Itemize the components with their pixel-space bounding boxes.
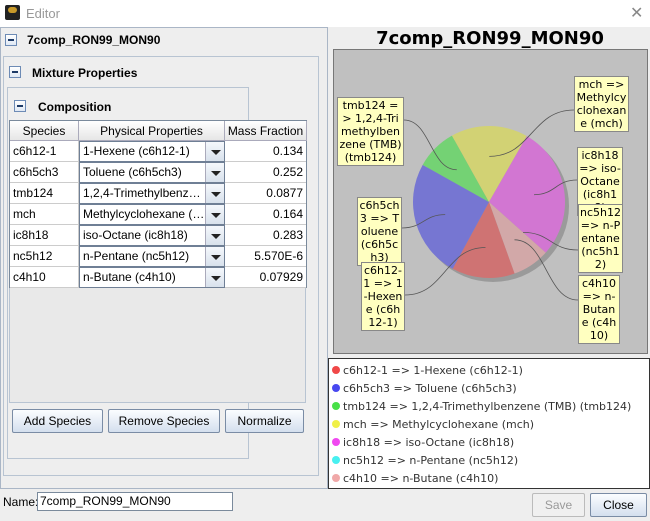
name-input[interactable]: 7comp_RON99_MON90 (37, 492, 233, 511)
slice-label-nc5h12: nc5h12 => n-Pentane (nc5h12) (578, 204, 623, 273)
chevron-down-icon[interactable] (205, 163, 224, 182)
dropdown-value: 1,2,4-Trimethylbenzene (TMB) (tmb124) (83, 186, 205, 200)
chevron-down-icon[interactable] (205, 142, 224, 161)
legend-dot-icon (332, 366, 340, 374)
window-title: Editor (26, 6, 60, 21)
mixture-properties-label: Mixture Properties (32, 66, 138, 80)
chevron-down-icon[interactable] (205, 184, 224, 203)
chart-title: 7comp_RON99_MON90 (376, 28, 604, 49)
mass-fraction-cell[interactable]: 0.134 (225, 141, 306, 162)
table-row: nc5h12 n-Pentane (nc5h12) 5.570E-6 (10, 246, 306, 267)
close-icon[interactable]: ✕ (630, 3, 643, 23)
species-cell[interactable]: mch (10, 204, 79, 225)
dropdown-value: iso-Octane (ic8h18) (83, 228, 188, 242)
dropdown-value: n-Butane (c4h10) (83, 270, 176, 284)
physical-property-dropdown[interactable]: n-Pentane (nc5h12) (79, 246, 225, 267)
slice-label-c6h12-1: c6h12-1 => 1-Hexene (c6h12-1) (361, 262, 405, 331)
table-row: c6h5ch3 Toluene (c6h5ch3) 0.252 (10, 162, 306, 183)
physical-property-dropdown[interactable]: Toluene (c6h5ch3) (79, 162, 225, 183)
legend-dot-icon (332, 438, 340, 446)
physical-property-dropdown[interactable]: 1,2,4-Trimethylbenzene (TMB) (tmb124) (79, 183, 225, 204)
add-species-button[interactable]: Add Species (12, 409, 103, 433)
dropdown-value: Toluene (c6h5ch3) (83, 165, 182, 179)
collapse-root-toggle[interactable] (5, 34, 17, 46)
physical-property-dropdown[interactable]: 1-Hexene (c6h12-1) (79, 141, 225, 162)
mass-fraction-cell[interactable]: 0.07929 (225, 267, 306, 288)
legend-dot-icon (332, 456, 340, 464)
legend-label: c6h5ch3 => Toluene (c6h5ch3) (343, 382, 517, 395)
column-header-species[interactable]: Species (10, 121, 79, 141)
legend-label: ic8h18 => iso-Octane (ic8h18) (343, 436, 515, 449)
physical-property-dropdown[interactable]: Methylcyclohexane (mch) (79, 204, 225, 225)
species-cell[interactable]: c4h10 (10, 267, 79, 288)
app-icon (5, 5, 20, 20)
collapse-mixture-toggle[interactable] (9, 66, 21, 78)
mass-fraction-cell[interactable]: 0.252 (225, 162, 306, 183)
name-label: Name: (3, 495, 39, 509)
dropdown-value: n-Pentane (nc5h12) (83, 249, 190, 263)
legend-label: c6h12-1 => 1-Hexene (c6h12-1) (343, 364, 523, 377)
composition-label: Composition (38, 100, 112, 114)
legend-item: mch => Methylcyclohexane (mch) (332, 416, 534, 434)
composition-table: Species Physical Properties Mass Fractio… (9, 120, 307, 288)
column-header-mass-fraction[interactable]: Mass Fraction (225, 121, 307, 141)
physical-property-dropdown[interactable]: n-Butane (c4h10) (79, 267, 225, 288)
legend-dot-icon (332, 420, 340, 428)
species-cell[interactable]: c6h5ch3 (10, 162, 79, 183)
table-row: ic8h18 iso-Octane (ic8h18) 0.283 (10, 225, 306, 246)
root-node-label: 7comp_RON99_MON90 (27, 33, 161, 47)
legend-item: c6h5ch3 => Toluene (c6h5ch3) (332, 380, 517, 398)
chevron-down-icon[interactable] (205, 205, 224, 224)
chevron-down-icon[interactable] (205, 247, 224, 266)
chevron-down-icon[interactable] (205, 226, 224, 245)
species-cell[interactable]: tmb124 (10, 183, 79, 204)
dropdown-value: Methylcyclohexane (mch) (83, 207, 205, 221)
mass-fraction-cell[interactable]: 5.570E-6 (225, 246, 306, 267)
close-button[interactable]: Close (590, 493, 647, 517)
table-row: tmb124 1,2,4-Trimethylbenzene (TMB) (tmb… (10, 183, 306, 204)
collapse-composition-toggle[interactable] (14, 100, 26, 112)
legend-label: c4h10 => n-Butane (c4h10) (343, 472, 499, 485)
legend-label: tmb124 => 1,2,4-Trimethylbenzene (TMB) (… (343, 400, 632, 413)
dropdown-value: 1-Hexene (c6h12-1) (83, 144, 190, 158)
species-cell[interactable]: nc5h12 (10, 246, 79, 267)
chevron-down-icon[interactable] (205, 268, 224, 287)
slice-label-c4h10: c4h10 => n-Butane (c4h10) (578, 275, 620, 344)
table-row: mch Methylcyclohexane (mch) 0.164 (10, 204, 306, 225)
slice-label-c6h5ch3: c6h5ch3 => Toluene (c6h5ch3) (357, 197, 402, 266)
species-cell[interactable]: c6h12-1 (10, 141, 79, 162)
normalize-button[interactable]: Normalize (225, 409, 304, 433)
legend-item: ic8h18 => iso-Octane (ic8h18) (332, 434, 514, 452)
save-button[interactable]: Save (532, 493, 585, 517)
legend-item: tmb124 => 1,2,4-Trimethylbenzene (TMB) (… (332, 398, 631, 416)
legend-item: c4h10 => n-Butane (c4h10) (332, 470, 498, 488)
physical-property-dropdown[interactable]: iso-Octane (ic8h18) (79, 225, 225, 246)
table-empty-area (9, 287, 306, 403)
mass-fraction-cell[interactable]: 0.0877 (225, 183, 306, 204)
legend-item: nc5h12 => n-Pentane (nc5h12) (332, 452, 518, 470)
legend-label: nc5h12 => n-Pentane (nc5h12) (343, 454, 519, 467)
mass-fraction-cell[interactable]: 0.164 (225, 204, 306, 225)
species-cell[interactable]: ic8h18 (10, 225, 79, 246)
legend-dot-icon (332, 474, 340, 482)
legend-dot-icon (332, 384, 340, 392)
table-row: c6h12-1 1-Hexene (c6h12-1) 0.134 (10, 141, 306, 162)
legend-dot-icon (332, 402, 340, 410)
remove-species-button[interactable]: Remove Species (108, 409, 220, 433)
column-header-physical-properties[interactable]: Physical Properties (79, 121, 225, 141)
title-bar: Editor ✕ (0, 0, 650, 27)
chart-legend: c6h12-1 => 1-Hexene (c6h12-1) c6h5ch3 => … (328, 358, 650, 489)
table-row: c4h10 n-Butane (c4h10) 0.07929 (10, 267, 306, 288)
legend-item: c6h12-1 => 1-Hexene (c6h12-1) (332, 362, 523, 380)
slice-label-mch: mch => Methylcyclohexane (mch) (574, 76, 629, 132)
legend-label: mch => Methylcyclohexane (mch) (343, 418, 535, 431)
mass-fraction-cell[interactable]: 0.283 (225, 225, 306, 246)
slice-label-tmb124: tmb124 => 1,2,4-Trimethylbenzene (TMB) (… (337, 97, 404, 166)
pie-plot-area: tmb124 => 1,2,4-Trimethylbenzene (TMB) (… (333, 49, 648, 354)
